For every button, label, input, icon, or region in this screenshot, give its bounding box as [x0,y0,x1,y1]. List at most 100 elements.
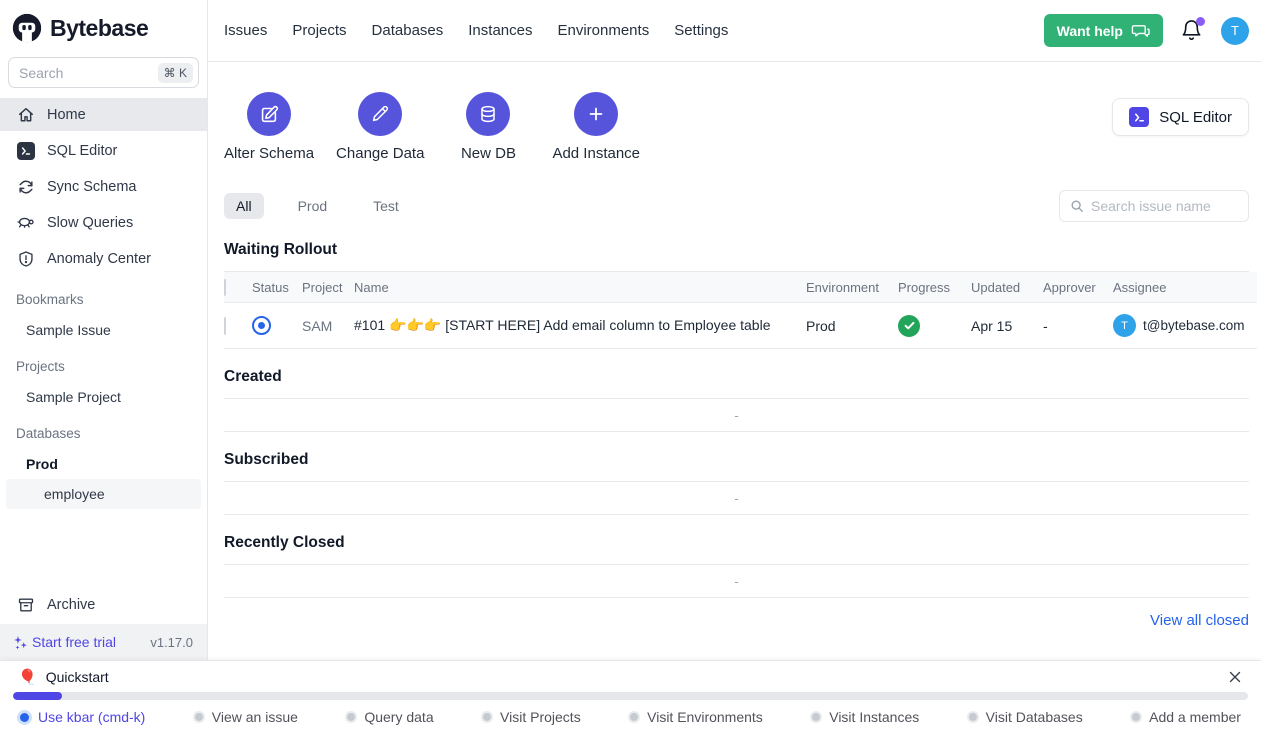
topnav-environments[interactable]: Environments [557,22,649,39]
topnav-projects[interactable]: Projects [292,22,346,39]
section-title-created: Created [224,368,1249,386]
brand-logo[interactable]: Bytebase [0,0,207,51]
dot-icon [630,713,638,721]
issue-row[interactable]: SAM #101 👉👉👉 [START HERE] Add email colu… [224,303,1257,349]
alter-schema-button[interactable]: Alter Schema [224,92,314,162]
quick-action-label: New DB [461,145,516,162]
col-assignee: Assignee [1113,280,1257,295]
want-help-label: Want help [1057,23,1123,39]
quick-action-label: Change Data [336,145,424,162]
task-visit-instances[interactable]: Visit Instances [812,709,919,725]
want-help-button[interactable]: Want help [1044,14,1163,47]
col-status: Status [252,280,302,295]
dot-icon [812,713,820,721]
search-input[interactable] [19,65,158,81]
section-title-subscribed: Subscribed [224,451,1249,469]
issue-updated: Apr 15 [971,318,1043,334]
topnav-settings[interactable]: Settings [674,22,728,39]
chat-bubble-icon [1131,22,1150,39]
quickstart-panel: 🎈 Quickstart Use kbar (cmd-k) View an is… [0,660,1261,733]
dot-icon [195,713,203,721]
dot-icon [1132,713,1140,721]
plus-icon [574,92,618,136]
task-visit-projects[interactable]: Visit Projects [483,709,581,725]
user-avatar[interactable]: T [1221,17,1249,45]
recently-closed-empty-placeholder: - [224,565,1249,598]
top-navigation: Issues Projects Databases Instances Envi… [208,0,1261,62]
task-visit-environments[interactable]: Visit Environments [630,709,763,725]
task-query-data[interactable]: Query data [347,709,433,725]
row-checkbox[interactable] [224,317,226,335]
subscribed-empty-placeholder: - [224,482,1249,515]
sidebar-item-sql-editor[interactable]: SQL Editor [0,134,207,167]
view-all-closed-link[interactable]: View all closed [1150,612,1249,629]
sidebar-item-slow-queries[interactable]: Slow Queries [0,206,207,239]
notifications-bell-icon[interactable] [1180,19,1204,43]
col-project: Project [302,280,354,295]
topnav-issues[interactable]: Issues [224,22,267,39]
topnav-instances[interactable]: Instances [468,22,532,39]
sidebar-section-bookmarks: Bookmarks [0,278,207,315]
assignee-avatar: T [1113,314,1136,337]
quickstart-progress-fill [13,692,62,700]
sidebar: Bytebase ⌘ K Home SQL Editor Sync Schema [0,0,208,660]
issue-assignee: T t@bytebase.com [1113,314,1257,337]
dot-icon [483,713,491,721]
close-icon[interactable] [1227,669,1243,685]
app-shell: Bytebase ⌘ K Home SQL Editor Sync Schema [0,0,1261,660]
sidebar-footer: Archive Start free trial v1.17.0 [0,588,207,660]
main-area: Issues Projects Databases Instances Envi… [208,0,1261,660]
sidebar-item-home[interactable]: Home [0,98,207,131]
bytebase-logo-icon [12,13,42,43]
select-all-checkbox[interactable] [224,279,226,296]
search-icon [1070,199,1084,213]
version-label: v1.17.0 [150,635,193,650]
issue-search-input[interactable] [1091,198,1238,214]
terminal-icon [1129,107,1149,127]
sidebar-item-sample-issue[interactable]: Sample Issue [0,315,207,345]
tab-all[interactable]: All [224,193,264,219]
trial-bar: Start free trial v1.17.0 [0,624,207,660]
issue-name-link[interactable]: #101 👉👉👉 [START HERE] Add email column t… [354,317,806,334]
sidebar-item-label: Sync Schema [47,179,136,195]
issue-approver: - [1043,318,1113,334]
archive-icon [16,595,35,614]
task-view-an-issue[interactable]: View an issue [195,709,298,725]
section-title-recently-closed: Recently Closed [224,534,1249,552]
issue-search-box[interactable] [1059,190,1249,222]
topnav-databases[interactable]: Databases [372,22,444,39]
sidebar-item-archive[interactable]: Archive [0,588,207,621]
task-add-a-member[interactable]: Add a member [1132,709,1241,725]
terminal-icon [16,141,35,160]
sidebar-section-projects: Projects [0,345,207,382]
task-use-kbar[interactable]: Use kbar (cmd-k) [20,709,145,725]
sidebar-item-anomaly-center[interactable]: Anomaly Center [0,242,207,275]
issue-project-key: SAM [302,318,354,334]
database-icon [466,92,510,136]
sidebar-item-prod-env[interactable]: Prod [0,449,207,479]
sidebar-item-sample-project[interactable]: Sample Project [0,382,207,412]
start-free-trial-label: Start free trial [32,634,116,650]
col-name: Name [354,280,806,295]
assignee-email: t@bytebase.com [1143,318,1245,333]
sidebar-item-employee-db[interactable]: employee [6,479,201,509]
sparkles-icon [12,634,29,651]
sidebar-search[interactable]: ⌘ K [8,57,199,88]
change-data-button[interactable]: Change Data [336,92,424,162]
tab-test[interactable]: Test [361,193,411,219]
new-db-button[interactable]: New DB [446,92,530,162]
add-instance-button[interactable]: Add Instance [552,92,640,162]
table-header-row: Status Project Name Environment Progress… [224,272,1257,303]
task-visit-databases[interactable]: Visit Databases [969,709,1083,725]
sql-editor-label: SQL Editor [1159,109,1232,126]
sidebar-item-sync-schema[interactable]: Sync Schema [0,170,207,203]
waiting-rollout-table: Status Project Name Environment Progress… [224,272,1257,349]
sidebar-item-label: Archive [47,597,95,613]
sql-editor-button[interactable]: SQL Editor [1112,98,1249,136]
tab-prod[interactable]: Prod [286,193,340,219]
quick-action-label: Add Instance [552,145,640,162]
quickstart-progress-bar [13,692,1248,700]
home-content: Alter Schema Change Data New DB [208,62,1261,660]
start-free-trial-link[interactable]: Start free trial [12,634,116,651]
quick-actions: Alter Schema Change Data New DB [224,92,640,162]
